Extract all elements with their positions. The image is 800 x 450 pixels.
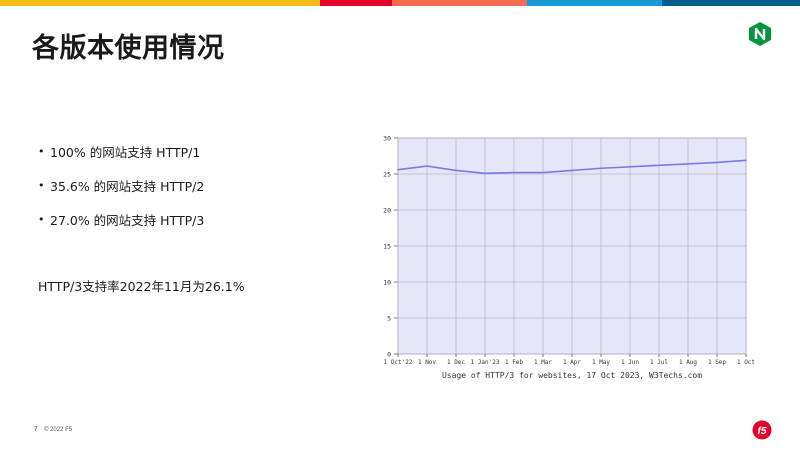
data-point bbox=[426, 165, 428, 167]
color-segment bbox=[527, 0, 662, 6]
y-tick-label: 20 bbox=[383, 207, 391, 215]
svg-text:f5: f5 bbox=[758, 426, 767, 437]
nginx-logo-icon bbox=[749, 22, 771, 46]
bullet-dot-icon: • bbox=[38, 178, 45, 192]
x-tick-label: 1 Jan'23 bbox=[471, 359, 500, 366]
x-tick-label: 1 Oct bbox=[737, 359, 755, 366]
bullet-text: 27.0% 的网站支持 HTTP/3 bbox=[50, 212, 205, 228]
bullet-item: • 35.6% 的网站支持 HTTP/2 bbox=[38, 168, 204, 202]
bullet-text: 35.6% 的网站支持 HTTP/2 bbox=[50, 178, 205, 194]
data-point bbox=[658, 164, 660, 167]
chart-caption: Usage of HTTP/3 for websites, 17 Oct 202… bbox=[442, 371, 702, 380]
y-tick-label: 10 bbox=[383, 279, 391, 287]
color-segment bbox=[392, 0, 527, 6]
data-point bbox=[571, 169, 573, 172]
data-point bbox=[745, 159, 747, 162]
y-tick-label: 25 bbox=[383, 171, 391, 179]
color-segment bbox=[320, 0, 392, 6]
x-tick-label: 1 Sep bbox=[708, 359, 726, 366]
data-point bbox=[397, 168, 399, 171]
bullet-list: • 100% 的网站支持 HTTP/1 • 35.6% 的网站支持 HTTP/2… bbox=[38, 134, 204, 236]
summary-text: HTTP/3支持率2022年11月为26.1% bbox=[38, 279, 245, 294]
top-color-bar bbox=[0, 0, 800, 6]
page-number: 7 bbox=[34, 427, 38, 433]
x-tick-label: 1 Jun bbox=[621, 359, 639, 366]
color-segment bbox=[662, 0, 800, 6]
slide-title: 各版本使用情况 bbox=[32, 33, 225, 64]
chart-svg: 0 5 10 15 20 25 30 1 Oct'22 1 Nov 1 Dec 1 Jan'23 1 … bbox=[383, 135, 755, 381]
x-tick-label: 1 Oct'22 bbox=[384, 359, 413, 366]
x-tick-label: 1 Jul bbox=[650, 359, 668, 366]
x-tick-label: 1 Dec bbox=[447, 359, 465, 366]
data-point bbox=[716, 161, 718, 164]
y-tick-label: 0 bbox=[387, 351, 391, 359]
bullet-item: • 100% 的网站支持 HTTP/1 bbox=[38, 134, 204, 168]
y-tick-label: 15 bbox=[383, 243, 391, 251]
data-point bbox=[542, 171, 544, 174]
data-point bbox=[600, 167, 602, 170]
x-tick-label: 1 Nov bbox=[418, 359, 436, 366]
bullet-item: • 27.0% 的网站支持 HTTP/3 bbox=[38, 202, 204, 236]
bullet-dot-icon: • bbox=[38, 212, 45, 226]
x-tick-label: 1 Feb bbox=[505, 359, 523, 366]
data-point bbox=[513, 171, 515, 174]
x-tick-label: 1 Apr bbox=[563, 359, 581, 366]
y-tick-label: 5 bbox=[387, 315, 391, 323]
f5-logo-icon: f5 bbox=[752, 420, 772, 440]
data-point bbox=[629, 166, 631, 168]
http3-usage-chart: 0 5 10 15 20 25 30 1 Oct'22 1 Nov 1 Dec 1 Jan'23 1 … bbox=[372, 132, 756, 384]
color-segment bbox=[0, 0, 320, 6]
data-point bbox=[455, 169, 457, 172]
x-tick-label: 1 May bbox=[592, 359, 610, 366]
bullet-text: 100% 的网站支持 HTTP/1 bbox=[50, 144, 201, 160]
bullet-dot-icon: • bbox=[38, 144, 45, 158]
y-tick-label: 30 bbox=[383, 135, 391, 143]
x-tick-label: 1 Mar bbox=[534, 359, 552, 366]
data-point bbox=[687, 163, 689, 165]
data-point bbox=[484, 172, 486, 175]
copyright: © 2022 F5 bbox=[44, 427, 73, 433]
x-tick-label: 1 Aug bbox=[679, 359, 697, 366]
